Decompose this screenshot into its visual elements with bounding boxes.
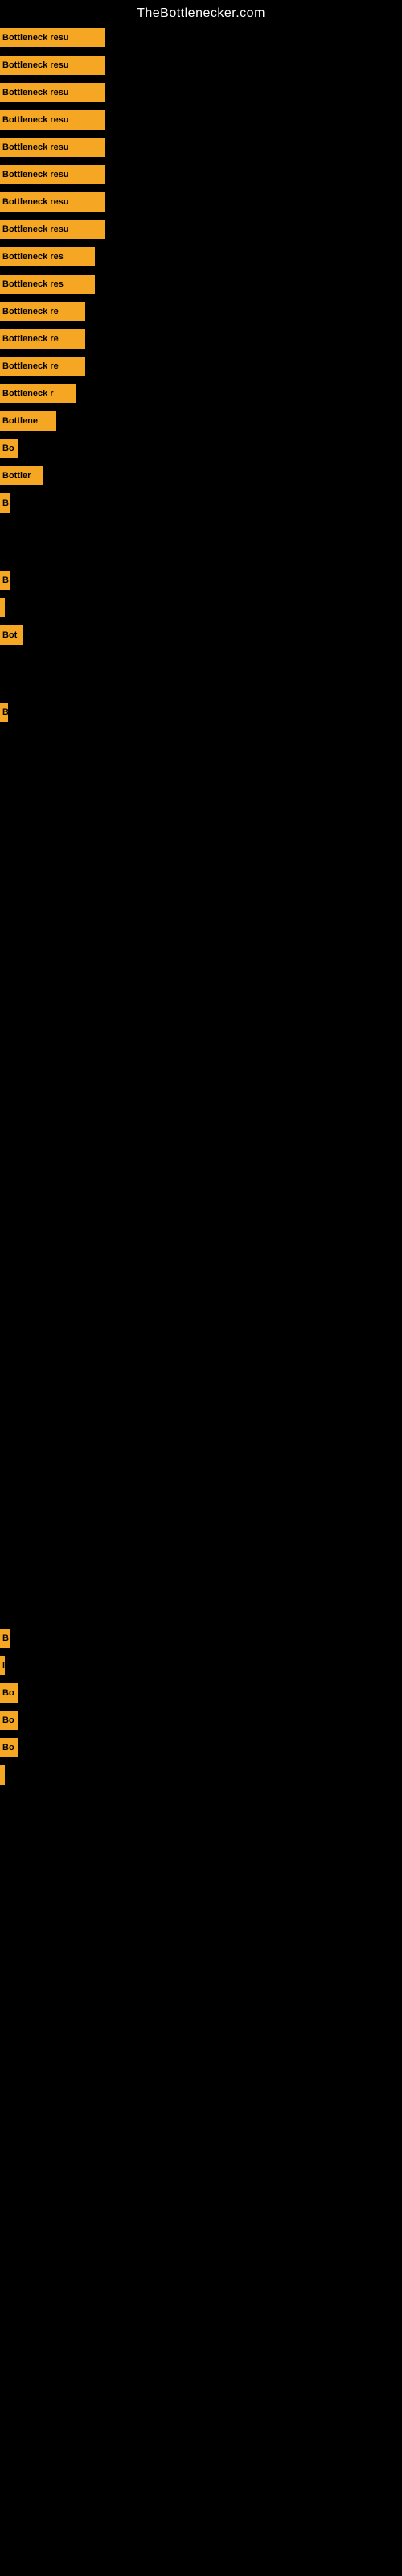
bar-row (0, 1765, 402, 1785)
bar-row: Bottleneck resu (0, 109, 402, 130)
bottleneck-label: B (0, 493, 10, 513)
bar-row: Bottler (0, 465, 402, 486)
bottleneck-label (0, 598, 5, 617)
bar-row (0, 879, 402, 900)
bar-row: Bottleneck resu (0, 219, 402, 240)
bar-row (0, 1578, 402, 1599)
bottleneck-label: I (0, 1656, 5, 1675)
bar-row (0, 929, 402, 950)
bar-row: Bo (0, 1710, 402, 1731)
bar-row: Bottlene (0, 411, 402, 431)
site-title: TheBottlenecker.com (0, 0, 402, 27)
bar-row (0, 1079, 402, 1100)
bottleneck-label: Bo (0, 1738, 18, 1757)
bottleneck-label: Bottleneck res (0, 275, 95, 294)
bottleneck-label: Bot (0, 625, 23, 645)
bottleneck-label: Bottlene (0, 411, 56, 431)
bar-row (0, 829, 402, 850)
bottleneck-label: Bottleneck re (0, 357, 85, 376)
bar-row (0, 1528, 402, 1549)
bar-row (0, 1129, 402, 1150)
bar-row: Bottleneck res (0, 274, 402, 295)
bar-row: Bottleneck resu (0, 164, 402, 185)
bottleneck-label: Bo (0, 1711, 18, 1730)
bar-row (0, 1278, 402, 1299)
bars-container: Bottleneck resu Bottleneck resu Bottleneck… (0, 27, 402, 1785)
bottleneck-label: Bottleneck resu (0, 220, 105, 239)
bar-row (0, 597, 402, 618)
bar-row: Bottleneck res (0, 246, 402, 267)
bar-row: Bo (0, 1682, 402, 1703)
bar-row: B (0, 570, 402, 591)
bar-row: I (0, 1655, 402, 1676)
bottleneck-label: B (0, 1629, 10, 1648)
bar-row: Bottleneck resu (0, 82, 402, 103)
bar-row (0, 979, 402, 1000)
bar-row (0, 1228, 402, 1249)
bar-row: B (0, 1628, 402, 1649)
bar-row: Bo (0, 1737, 402, 1758)
bottleneck-label: Bottleneck resu (0, 110, 105, 130)
bar-row: B (0, 493, 402, 514)
bar-row (0, 729, 402, 750)
bar-row (0, 1428, 402, 1449)
bar-row (0, 1029, 402, 1050)
bottleneck-label: Bottleneck resu (0, 138, 105, 157)
bar-row (0, 779, 402, 800)
bottleneck-label (0, 1765, 5, 1785)
bar-row: Bottleneck re (0, 328, 402, 349)
bar-row (0, 1179, 402, 1199)
bar-row: Bottleneck re (0, 301, 402, 322)
bottleneck-label: Bo (0, 439, 18, 458)
bar-row (0, 1328, 402, 1349)
bottleneck-label: Bottler (0, 466, 43, 485)
bar-row: B (0, 702, 402, 723)
bottleneck-label: Bottleneck resu (0, 165, 105, 184)
bottleneck-label: Bottleneck resu (0, 83, 105, 102)
bar-row: Bottleneck resu (0, 27, 402, 48)
bar-row: Bo (0, 438, 402, 459)
bottleneck-label: Bottleneck re (0, 302, 85, 321)
bar-row: Bot (0, 625, 402, 646)
bar-row (0, 1478, 402, 1499)
bar-row: Bottleneck re (0, 356, 402, 377)
bottleneck-label: Bottleneck resu (0, 192, 105, 212)
page-wrapper: TheBottlenecker.com Bottleneck resuBottl… (0, 0, 402, 1785)
bottleneck-label: Bottleneck resu (0, 28, 105, 47)
bar-row (0, 520, 402, 541)
bottleneck-label: Bottleneck res (0, 247, 95, 266)
bottleneck-label: Bottleneck resu (0, 56, 105, 75)
bottleneck-label: Bottleneck re (0, 329, 85, 349)
bottleneck-label: B (0, 571, 10, 590)
bar-row: Bottleneck resu (0, 192, 402, 213)
bottleneck-label: Bo (0, 1683, 18, 1703)
bar-row (0, 652, 402, 673)
bottleneck-label: Bottleneck r (0, 384, 76, 403)
bottleneck-label: B (0, 703, 8, 722)
bar-row: Bottleneck resu (0, 55, 402, 76)
bar-row: Bottleneck r (0, 383, 402, 404)
bar-row (0, 1378, 402, 1399)
bar-row: Bottleneck resu (0, 137, 402, 158)
